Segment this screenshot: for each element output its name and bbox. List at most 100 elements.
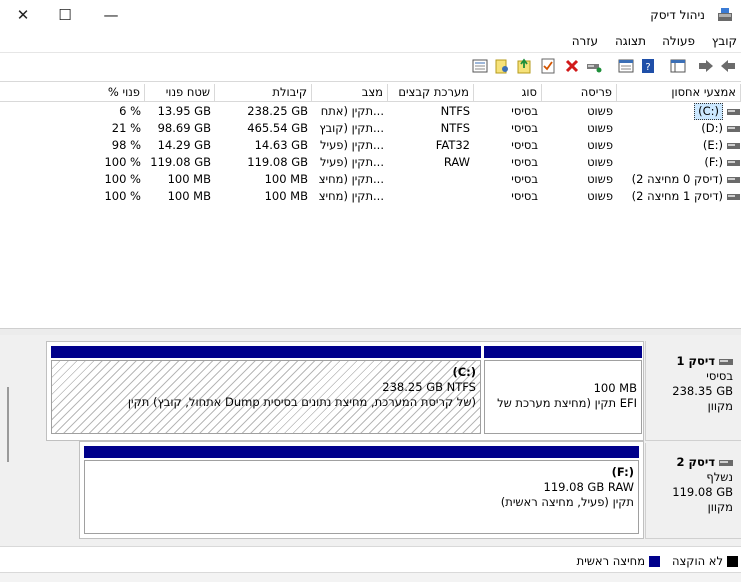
table-cell-volume: (E:) xyxy=(702,138,723,152)
table-row[interactable]: (D:) פשוט בסיסי NTFS תקין (קובץ... 465.54 GB 9… xyxy=(0,120,741,137)
list-view-button[interactable] xyxy=(471,57,489,75)
menu-file[interactable]: קובץ xyxy=(712,34,737,48)
new-folder-icon xyxy=(517,58,531,74)
table-cell-type: בסיסי xyxy=(511,189,538,203)
disk-2-state: מקוון xyxy=(707,500,733,514)
back-icon xyxy=(721,60,735,72)
disk-1-name-row: דיסק 1 xyxy=(646,354,733,369)
volume-icon xyxy=(727,194,740,200)
partition-efi-size: 100 MB xyxy=(593,381,637,395)
partition-c-bar xyxy=(51,346,481,358)
properties-icon xyxy=(618,59,634,73)
table-cell-fs: RAW xyxy=(443,155,470,169)
delete-button[interactable] xyxy=(563,57,581,75)
table-cell-pct: 100 % xyxy=(104,155,141,169)
title-bar: ✕ ☐ — ניהול דיסק xyxy=(0,0,741,30)
table-row[interactable]: (דיסק 1 מחיצה 2) פשוט בסיסי תקין (מחיצ... 10… xyxy=(0,188,741,205)
legend-label-primary: מחיצה ראשית xyxy=(576,554,645,568)
column-header-status[interactable]: מצב xyxy=(312,84,388,102)
partition-efi[interactable]: 100 MB תקין (מחיצת מערכת של EFI xyxy=(484,346,642,434)
partition-c-size: 238.25 GB NTFS xyxy=(382,380,476,394)
disk-2-label[interactable]: דיסק 2 נשלף 119.08 GB מקוון xyxy=(645,443,741,539)
disk-1-size: 238.35 GB xyxy=(672,384,733,398)
maximize-icon: ☐ xyxy=(58,6,72,24)
table-row[interactable]: (F:) פשוט בסיסי RAW תקין (פעיל... 119.08 GB 11… xyxy=(0,154,741,171)
properties-button[interactable] xyxy=(617,57,635,75)
table-cell-type: בסיסי xyxy=(511,104,538,118)
checklist-button[interactable] xyxy=(539,57,557,75)
menu-help[interactable]: עזרה xyxy=(572,34,598,48)
table-cell-pct: 100 % xyxy=(104,172,141,186)
vertical-scrollbar-thumb[interactable] xyxy=(7,387,9,462)
table-row[interactable]: (C:) פשוט בסיסי NTFS תקין (אתח... 238.25 GB 13… xyxy=(0,103,741,120)
table-cell-type: בסיסי xyxy=(511,138,538,152)
disk-2-name: דיסק 2 xyxy=(676,455,715,469)
delete-icon xyxy=(565,59,579,73)
partition-c-title: (C:) xyxy=(452,365,476,379)
partition-f[interactable]: (F:) 119.08 GB RAW תקין (פעיל, מחיצה ראש… xyxy=(84,446,639,534)
column-header-free-space[interactable]: שטח פנוי xyxy=(145,84,215,102)
table-row[interactable]: (E:) פשוט בסיסי FAT32 תקין (פעיל... 14.63 GB 1… xyxy=(0,137,741,154)
partition-f-body: (F:) 119.08 GB RAW תקין (פעיל, מחיצה ראש… xyxy=(84,460,639,534)
partition-f-size: 119.08 GB RAW xyxy=(543,480,634,494)
forward-button[interactable] xyxy=(697,57,715,75)
partition-c-body: (C:) 238.25 GB NTFS תקין (אתחול, קובץ Du… xyxy=(51,360,481,434)
table-cell-volume: (D:) xyxy=(701,121,723,135)
table-cell-status: תקין (פעיל... xyxy=(319,138,384,152)
table-cell-fs: NTFS xyxy=(440,121,470,135)
column-header-type[interactable]: סוג xyxy=(474,84,542,102)
disk-icon xyxy=(719,358,733,365)
partition-efi-body: 100 MB תקין (מחיצת מערכת של EFI xyxy=(484,360,642,434)
disk-2-partitions: (F:) 119.08 GB RAW תקין (פעיל, מחיצה ראש… xyxy=(79,441,644,539)
table-cell-capacity: 465.54 GB xyxy=(247,121,308,135)
table-row[interactable]: (דיסק 0 מחיצה 2) פשוט בסיסי תקין (מחיצ... 10… xyxy=(0,171,741,188)
disk-2-size: 119.08 GB xyxy=(672,485,733,499)
menu-view[interactable]: תצוגה xyxy=(615,34,646,48)
table-cell-layout: פשוט xyxy=(587,138,613,152)
disk-2-name-row: דיסק 2 xyxy=(646,455,733,470)
column-header-volume[interactable]: אמצעי אחסון xyxy=(617,84,741,102)
help-icon: ? xyxy=(642,59,654,73)
table-cell-free: 100 MB xyxy=(167,189,211,203)
table-cell-volume: (C:) xyxy=(694,103,723,120)
table-cell-volume: (F:) xyxy=(704,155,723,169)
connect-drive-button[interactable] xyxy=(585,57,603,75)
legend-swatch-primary xyxy=(649,556,660,567)
column-header-percent-free[interactable]: % פנוי xyxy=(58,84,145,102)
menu-action[interactable]: פעולה xyxy=(662,34,695,48)
disk-icon xyxy=(719,459,733,466)
column-header-capacity[interactable]: קיבולת xyxy=(215,84,312,102)
table-cell-capacity: 14.63 GB xyxy=(254,138,308,152)
table-cell-free: 14.29 GB xyxy=(157,138,211,152)
minimize-button[interactable]: — xyxy=(88,0,134,30)
column-header-layout[interactable]: פריסה xyxy=(542,84,617,102)
help-button[interactable]: ? xyxy=(639,57,657,75)
table-cell-status: תקין (פעיל... xyxy=(319,155,384,169)
folder-button[interactable] xyxy=(493,57,511,75)
back-button[interactable] xyxy=(719,57,737,75)
disk-1-label[interactable]: דיסק 1 בסיסי 238.35 GB מקוון xyxy=(645,341,741,441)
disk-graphical-view: דיסק 1 בסיסי 238.35 GB מקוון (C:) 238.25… xyxy=(0,335,741,546)
table-cell-pct: 21 % xyxy=(111,121,141,135)
table-cell-layout: פשוט xyxy=(587,172,613,186)
close-button[interactable]: ✕ xyxy=(0,0,46,30)
table-cell-free: 100 MB xyxy=(167,172,211,186)
table-cell-layout: פשוט xyxy=(587,155,613,169)
table-body: (C:) פשוט בסיסי NTFS תקין (אתח... 238.25 GB 13… xyxy=(0,103,741,223)
legend: לא הוקצה מחיצה ראשית xyxy=(0,546,741,575)
show-hide-console-tree-button[interactable] xyxy=(669,57,687,75)
partition-efi-bar xyxy=(484,346,642,358)
table-cell-capacity: 119.08 GB xyxy=(247,155,308,169)
maximize-button[interactable]: ☐ xyxy=(42,0,88,30)
new-folder-button[interactable] xyxy=(515,57,533,75)
partition-c[interactable]: (C:) 238.25 GB NTFS תקין (אתחול, קובץ Du… xyxy=(51,346,481,434)
table-cell-layout: פשוט xyxy=(587,121,613,135)
partition-f-title: (F:) xyxy=(611,465,634,479)
close-icon: ✕ xyxy=(16,6,30,24)
column-header-file-system[interactable]: מערכת קבצים xyxy=(388,84,474,102)
table-cell-volume: (דיסק 0 מחיצה 2) xyxy=(631,172,723,186)
partition-efi-status: תקין (מחיצת מערכת של EFI xyxy=(497,396,637,410)
disk-2-type: נשלף xyxy=(706,470,733,484)
table-cell-fs: NTFS xyxy=(440,104,470,118)
table-cell-status: תקין (מחיצ... xyxy=(318,172,384,186)
